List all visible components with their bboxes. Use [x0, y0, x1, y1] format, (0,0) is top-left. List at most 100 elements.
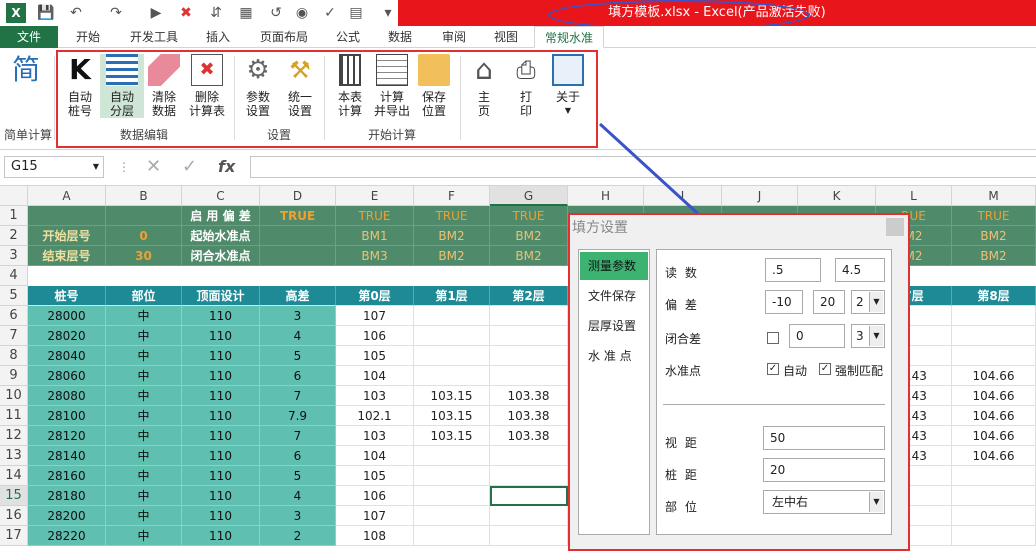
- row-header-15[interactable]: 15: [0, 486, 28, 506]
- row-header-4[interactable]: 4: [0, 266, 28, 286]
- cell-a3[interactable]: 结束层号: [28, 246, 106, 266]
- row-header-12[interactable]: 12: [0, 426, 28, 446]
- cell-c10[interactable]: 110: [182, 386, 260, 406]
- column-header-j[interactable]: J: [722, 186, 798, 206]
- cell-b6[interactable]: 中: [106, 306, 182, 326]
- cell-d1[interactable]: TRUE: [260, 206, 336, 226]
- row-header-3[interactable]: 3: [0, 246, 28, 266]
- cell-b3[interactable]: 30: [106, 246, 182, 266]
- cell-d13[interactable]: 6: [260, 446, 336, 466]
- cell-f10[interactable]: 103.15: [414, 386, 490, 406]
- undo-icon[interactable]: ↶: [66, 3, 86, 23]
- cell-e8[interactable]: 105: [336, 346, 414, 366]
- closure-select[interactable]: 3 ▼: [851, 324, 885, 348]
- cell-b8[interactable]: 中: [106, 346, 182, 366]
- cell-f7[interactable]: [414, 326, 490, 346]
- table-icon[interactable]: ▤: [346, 3, 366, 23]
- cell-a13[interactable]: 28140: [28, 446, 106, 466]
- cell-g9[interactable]: [490, 366, 568, 386]
- row-header-11[interactable]: 11: [0, 406, 28, 426]
- cell-m16[interactable]: [952, 506, 1036, 526]
- cell-c15[interactable]: 110: [182, 486, 260, 506]
- cell-f5[interactable]: 第1层: [414, 286, 490, 306]
- cell-m12[interactable]: 104.66: [952, 426, 1036, 446]
- cell-e16[interactable]: 107: [336, 506, 414, 526]
- force-match-checkbox[interactable]: ✓: [819, 363, 831, 375]
- cell-m17[interactable]: [952, 526, 1036, 546]
- cell-m14[interactable]: [952, 466, 1036, 486]
- cell-c2[interactable]: 起始水准点: [182, 226, 260, 246]
- cell-c1[interactable]: 启 用 偏 差: [182, 206, 260, 226]
- cell-e12[interactable]: 103: [336, 426, 414, 446]
- cell-e9[interactable]: 104: [336, 366, 414, 386]
- cell-a8[interactable]: 28040: [28, 346, 106, 366]
- cell-c5[interactable]: 顶面设计: [182, 286, 260, 306]
- cell-c11[interactable]: 110: [182, 406, 260, 426]
- row-header-7[interactable]: 7: [0, 326, 28, 346]
- select-all-corner[interactable]: [0, 186, 28, 206]
- cell-d9[interactable]: 6: [260, 366, 336, 386]
- cell-f17[interactable]: [414, 526, 490, 546]
- tab-view[interactable]: 视图: [486, 26, 526, 48]
- nav-item-benchmark[interactable]: 水 准 点: [580, 342, 648, 370]
- stake-interval-field[interactable]: 20: [763, 458, 885, 482]
- cell-g12[interactable]: 103.38: [490, 426, 568, 446]
- cell-a12[interactable]: 28120: [28, 426, 106, 446]
- stop-icon[interactable]: ✖: [176, 3, 196, 23]
- enter-icon[interactable]: ✓: [182, 156, 197, 177]
- cell-e15[interactable]: 106: [336, 486, 414, 506]
- tool-icon[interactable]: ▶: [146, 3, 166, 23]
- tab-file[interactable]: 文件: [0, 26, 58, 48]
- column-header-i[interactable]: I: [644, 186, 722, 206]
- cell-g1[interactable]: TRUE: [490, 206, 568, 226]
- row-header-16[interactable]: 16: [0, 506, 28, 526]
- nav-item-layer[interactable]: 层厚设置: [580, 312, 648, 340]
- tab-page-layout[interactable]: 页面布局: [252, 26, 316, 48]
- cell-m9[interactable]: 104.66: [952, 366, 1036, 386]
- cell-b12[interactable]: 中: [106, 426, 182, 446]
- cell-b15[interactable]: 中: [106, 486, 182, 506]
- tab-data[interactable]: 数据: [380, 26, 420, 48]
- check-icon[interactable]: ✓: [320, 3, 340, 23]
- cell-b9[interactable]: 中: [106, 366, 182, 386]
- cell-m1[interactable]: TRUE: [952, 206, 1036, 226]
- cell-a2[interactable]: 开始层号: [28, 226, 106, 246]
- tab-insert[interactable]: 插入: [198, 26, 238, 48]
- column-header-k[interactable]: K: [798, 186, 876, 206]
- part-select[interactable]: 左中右 ▼: [763, 490, 885, 514]
- cell-f1[interactable]: TRUE: [414, 206, 490, 226]
- cell-d10[interactable]: 7: [260, 386, 336, 406]
- cell-g10[interactable]: 103.38: [490, 386, 568, 406]
- column-header-d[interactable]: D: [260, 186, 336, 206]
- column-header-a[interactable]: A: [28, 186, 106, 206]
- close-icon[interactable]: [886, 218, 904, 236]
- cell-e5[interactable]: 第0层: [336, 286, 414, 306]
- cell-f9[interactable]: [414, 366, 490, 386]
- cell-m2[interactable]: BM2: [952, 226, 1036, 246]
- tab-home[interactable]: 开始: [68, 26, 108, 48]
- cell-c6[interactable]: 110: [182, 306, 260, 326]
- cell-f6[interactable]: [414, 306, 490, 326]
- cell-e17[interactable]: 108: [336, 526, 414, 546]
- cell-f2[interactable]: BM2: [414, 226, 490, 246]
- cell-m7[interactable]: [952, 326, 1036, 346]
- cell-d12[interactable]: 7: [260, 426, 336, 446]
- row-header-2[interactable]: 2: [0, 226, 28, 246]
- save-icon[interactable]: 💾: [36, 3, 56, 23]
- cell-d15[interactable]: 4: [260, 486, 336, 506]
- cell-f11[interactable]: 103.15: [414, 406, 490, 426]
- cell-a14[interactable]: 28160: [28, 466, 106, 486]
- camera-icon[interactable]: ◉: [292, 3, 312, 23]
- cell-d6[interactable]: 3: [260, 306, 336, 326]
- nav-item-measure[interactable]: 测量参数: [580, 252, 648, 280]
- cell-b7[interactable]: 中: [106, 326, 182, 346]
- cell-a6[interactable]: 28000: [28, 306, 106, 326]
- cell-a11[interactable]: 28100: [28, 406, 106, 426]
- tab-review[interactable]: 审阅: [434, 26, 474, 48]
- cell-c13[interactable]: 110: [182, 446, 260, 466]
- cell-d7[interactable]: 4: [260, 326, 336, 346]
- cell-d8[interactable]: 5: [260, 346, 336, 366]
- cell-g16[interactable]: [490, 506, 568, 526]
- cell-d14[interactable]: 5: [260, 466, 336, 486]
- cell-c8[interactable]: 110: [182, 346, 260, 366]
